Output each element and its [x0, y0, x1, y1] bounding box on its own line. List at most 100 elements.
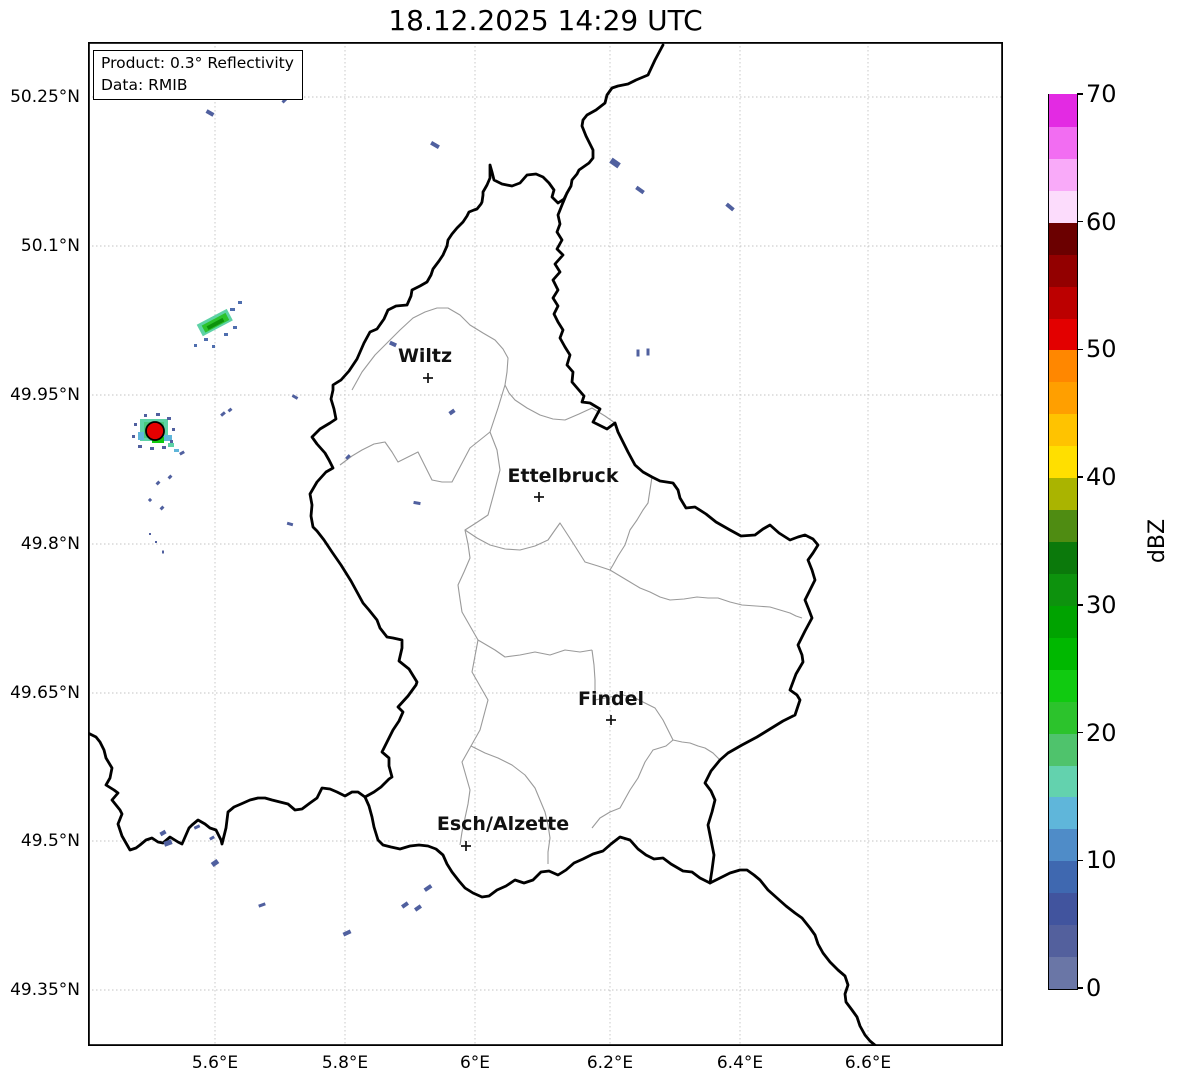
lon-tick-label: 6.4°E	[716, 1053, 764, 1073]
radar-echo-speckle	[155, 541, 157, 543]
colorbar-segment	[1049, 923, 1077, 958]
echo-pixel	[150, 447, 154, 450]
radar-echo-speckle	[209, 835, 215, 841]
echo-pixel	[172, 428, 175, 431]
product-info-box: Product: 0.3° Reflectivity Data: RMIB	[93, 50, 303, 101]
colorbar-segment	[1049, 604, 1077, 638]
colorbar-segment	[1049, 444, 1077, 479]
colorbar-segment	[1049, 285, 1077, 319]
colorbar-tick-mark	[1077, 348, 1083, 351]
radar-echo-speckle	[400, 901, 410, 909]
radar-echo-speckle	[162, 550, 164, 554]
country-border	[708, 868, 878, 1046]
radar-echo-speckle	[635, 185, 645, 195]
radar-echo-speckle	[609, 157, 621, 169]
radar-echo-speckle	[725, 202, 735, 212]
lat-tick-label: 49.95°N	[10, 385, 80, 405]
echo-pixel	[138, 432, 144, 440]
lon-tick-label: 5.6°E	[191, 1053, 239, 1073]
radar-echo-speckle	[423, 884, 433, 892]
colorbar-segment	[1049, 221, 1077, 255]
radar-echo-speckle	[342, 929, 352, 937]
colorbar-tick-mark	[1077, 731, 1083, 734]
colorbar-segment	[1049, 764, 1077, 798]
echo-pixel	[170, 440, 173, 443]
echo-pixel	[238, 301, 242, 304]
radar-echo-speckle	[636, 349, 640, 357]
radar-echo-speckle	[147, 497, 153, 503]
page-title: 18.12.2025 14:29 UTC	[388, 4, 703, 37]
colorbar-tick-mark	[1077, 221, 1083, 223]
radar-echo-speckle	[258, 902, 266, 908]
colorbar-segment	[1049, 732, 1077, 766]
canton-boundary	[609, 476, 653, 571]
radar-echo-speckle	[159, 829, 167, 837]
echo-pixel	[132, 435, 135, 438]
colorbar-tick-mark	[1077, 476, 1083, 478]
colorbar-segment	[1049, 476, 1077, 511]
echo-pixel	[144, 414, 147, 417]
radar-echo-speckle	[193, 824, 201, 830]
radar-echo-speckle	[227, 407, 233, 413]
canton-boundary	[457, 431, 501, 846]
colorbar-segment	[1049, 955, 1077, 989]
radar-echo-speckle	[430, 141, 440, 149]
echo-pixel	[138, 445, 142, 448]
radar-echo-speckle	[388, 340, 398, 348]
lat-tick-label: 49.5°N	[20, 831, 80, 851]
colorbar-segment	[1049, 700, 1077, 734]
colorbar-tick-label: 30	[1086, 590, 1117, 619]
colorbar-segment	[1049, 572, 1077, 606]
colorbar-tick-label: 50	[1086, 335, 1117, 364]
map-canvas: Wiltz Ettelbruck Findel Esch/Alzette	[88, 42, 1003, 1046]
lon-tick-label: 6.2°E	[586, 1053, 634, 1073]
colorbar-tick-label: 0	[1086, 974, 1102, 1002]
echo-pixel	[134, 423, 137, 426]
radar-echo-speckle	[205, 109, 215, 117]
data-source-line: Data: RMIB	[101, 75, 188, 94]
colorbar-segment	[1049, 381, 1077, 415]
colorbar-segment	[1049, 349, 1077, 383]
canton-boundary	[591, 649, 674, 829]
radar-echo-speckle	[210, 858, 220, 868]
radar-echo-speckle	[220, 411, 226, 417]
colorbar-segment	[1049, 412, 1077, 447]
radar-echo-speckle	[413, 500, 421, 506]
colorbar-tick-label: 60	[1086, 207, 1117, 236]
colorbar-segment	[1049, 157, 1077, 191]
lon-tick-label: 6.6°E	[844, 1053, 892, 1073]
city-label: Wiltz	[398, 345, 452, 367]
colorbar-segment	[1049, 508, 1077, 542]
colorbar-tick-mark	[1077, 859, 1083, 861]
colorbar-segment	[1049, 796, 1077, 830]
echo-pixel	[167, 417, 171, 420]
country-border	[88, 731, 367, 852]
country-border	[565, 43, 665, 195]
colorbar-segment	[1049, 891, 1077, 926]
echo-pixel	[224, 333, 228, 336]
colorbar-tick-label: 10	[1086, 846, 1117, 875]
colorbar-tick-mark	[1077, 604, 1083, 606]
radar-echo-speckle	[179, 450, 185, 456]
echo-pixel	[233, 326, 237, 329]
colorbar-tick-label: 70	[1086, 80, 1117, 108]
lat-tick-label: 49.8°N	[20, 534, 80, 554]
map-area: Wiltz Ettelbruck Findel Esch/Alzette	[88, 42, 1003, 1046]
echo-pixel	[204, 338, 208, 341]
canton-boundary	[477, 639, 593, 658]
colorbar-segment	[1049, 668, 1077, 702]
radar-echo-speckle	[155, 480, 161, 486]
city-label: Esch/Alzette	[437, 813, 569, 835]
radar-echo-speckle	[345, 454, 351, 460]
canton-boundary	[470, 745, 551, 864]
city-marker	[534, 492, 544, 502]
colorbar-tick-label: 20	[1086, 718, 1117, 747]
lat-tick-label: 50.1°N	[20, 236, 80, 256]
colorbar-segment	[1049, 189, 1077, 223]
product-line: Product: 0.3° Reflectivity	[101, 54, 294, 72]
canton-boundary	[339, 384, 506, 483]
radar-echo-speckle	[286, 521, 294, 527]
lat-tick-label: 49.35°N	[10, 980, 80, 1000]
echo-pixel	[162, 446, 166, 449]
lat-tick-label: 50.25°N	[10, 87, 80, 107]
